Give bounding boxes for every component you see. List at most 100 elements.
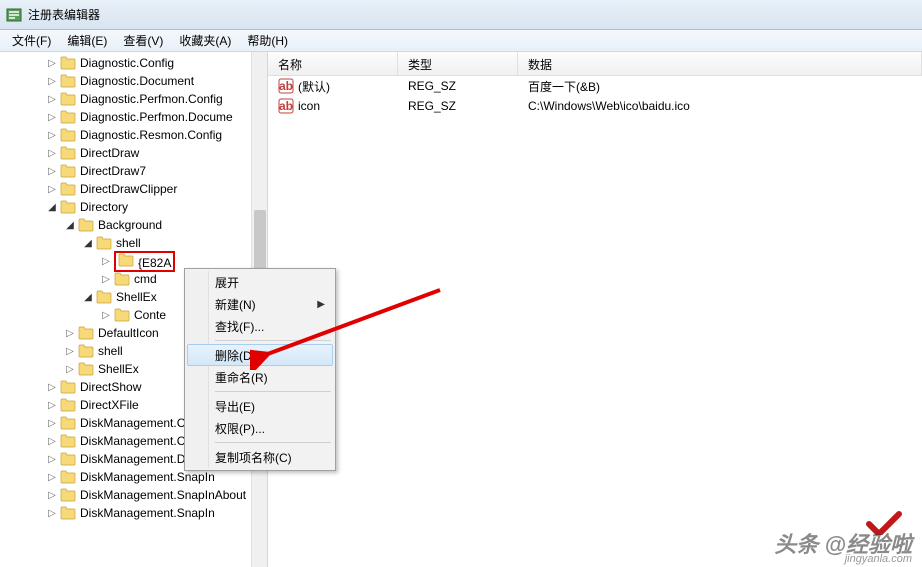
folder-icon bbox=[118, 253, 134, 267]
tree-item-label: Diagnostic.Document bbox=[80, 74, 194, 88]
menu-edit[interactable]: 编辑(E) bbox=[59, 30, 115, 51]
tree-item-label: shell bbox=[98, 344, 123, 358]
cm-new[interactable]: 新建(N)▶ bbox=[187, 293, 333, 315]
collapse-icon[interactable]: ◢ bbox=[82, 237, 94, 249]
cm-find-label: 查找(F)... bbox=[215, 318, 264, 335]
cm-find[interactable]: 查找(F)... bbox=[187, 315, 333, 337]
folder-icon bbox=[78, 344, 94, 358]
expand-icon[interactable]: ▷ bbox=[46, 129, 58, 141]
expand-icon[interactable]: ▷ bbox=[46, 507, 58, 519]
value-name: (默认) bbox=[298, 78, 330, 95]
menu-view[interactable]: 查看(V) bbox=[115, 30, 171, 51]
context-menu: 展开 新建(N)▶ 查找(F)... 删除(D) 重命名(R) 导出(E) 权限… bbox=[184, 268, 336, 471]
collapse-icon[interactable]: ◢ bbox=[46, 201, 58, 213]
menu-help[interactable]: 帮助(H) bbox=[239, 30, 296, 51]
expand-icon[interactable]: ▷ bbox=[64, 363, 76, 375]
list-header: 名称 类型 数据 bbox=[268, 52, 922, 76]
expand-icon[interactable]: ▷ bbox=[46, 165, 58, 177]
folder-icon bbox=[60, 110, 76, 124]
cm-separator bbox=[215, 442, 331, 443]
expand-icon[interactable]: ▷ bbox=[46, 183, 58, 195]
cell-name: abicon bbox=[268, 98, 398, 114]
tree-item[interactable]: ▷Diagnostic.Resmon.Config bbox=[0, 126, 267, 144]
folder-icon bbox=[96, 236, 112, 250]
expand-icon[interactable]: ▷ bbox=[64, 345, 76, 357]
cm-separator bbox=[215, 340, 331, 341]
tree-item[interactable]: ◢ Background bbox=[0, 216, 267, 234]
expand-icon[interactable]: ▷ bbox=[46, 57, 58, 69]
tree-item[interactable]: ▷ DirectDraw7 bbox=[0, 162, 267, 180]
cm-export[interactable]: 导出(E) bbox=[187, 395, 333, 417]
expand-icon[interactable]: ▷ bbox=[46, 489, 58, 501]
folder-icon bbox=[78, 362, 94, 376]
tree-item-label: Diagnostic.Perfmon.Docume bbox=[80, 110, 233, 124]
expand-icon[interactable]: ▷ bbox=[100, 255, 112, 267]
tree-item[interactable]: ◢ Directory bbox=[0, 198, 267, 216]
cell-name: ab (默认) bbox=[268, 78, 398, 95]
folder-icon bbox=[60, 74, 76, 88]
cm-rename[interactable]: 重命名(R) bbox=[187, 366, 333, 388]
tree-item-label: DirectDrawClipper bbox=[80, 182, 177, 196]
cm-delete-label: 删除(D) bbox=[215, 347, 256, 364]
list-row[interactable]: abiconREG_SZC:\Windows\Web\ico\baidu.ico bbox=[268, 96, 922, 116]
string-value-icon: ab bbox=[278, 98, 294, 114]
tree-item-label: Background bbox=[98, 218, 162, 232]
expand-icon[interactable]: ▷ bbox=[46, 453, 58, 465]
expand-icon[interactable]: ▷ bbox=[46, 93, 58, 105]
tree-item[interactable]: ▷ DirectDrawClipper bbox=[0, 180, 267, 198]
folder-icon bbox=[78, 326, 94, 340]
expand-icon[interactable]: ▷ bbox=[46, 75, 58, 87]
tree-item-label: DirectShow bbox=[80, 380, 141, 394]
tree-item[interactable]: ▷DiskManagement.SnapIn bbox=[0, 504, 267, 522]
menubar: 文件(F) 编辑(E) 查看(V) 收藏夹(A) 帮助(H) bbox=[0, 30, 922, 52]
tree-item[interactable]: ◢ shell bbox=[0, 234, 267, 252]
expand-icon[interactable]: ▷ bbox=[46, 435, 58, 447]
tree-item-label: cmd bbox=[134, 272, 157, 286]
tree-item[interactable]: ▷Diagnostic.Perfmon.Config bbox=[0, 90, 267, 108]
folder-icon bbox=[60, 128, 76, 142]
folder-icon bbox=[60, 56, 76, 70]
expand-icon[interactable]: ▷ bbox=[100, 273, 112, 285]
collapse-icon[interactable]: ◢ bbox=[82, 291, 94, 303]
cm-copy-key-name[interactable]: 复制项名称(C) bbox=[187, 446, 333, 468]
tree-item-label: shell bbox=[116, 236, 141, 250]
folder-icon bbox=[60, 398, 76, 412]
expand-icon[interactable]: ▷ bbox=[46, 471, 58, 483]
expand-icon[interactable]: ▷ bbox=[46, 381, 58, 393]
cm-delete[interactable]: 删除(D) bbox=[187, 344, 333, 366]
string-value-icon: ab bbox=[278, 78, 294, 94]
collapse-icon[interactable]: ◢ bbox=[64, 219, 76, 231]
tree-item[interactable]: ▷DiskManagement.SnapInAbout bbox=[0, 486, 267, 504]
expand-icon[interactable]: ▷ bbox=[46, 417, 58, 429]
expand-icon[interactable]: ▷ bbox=[100, 309, 112, 321]
svg-text:ab: ab bbox=[279, 79, 293, 93]
tree-item-label: Diagnostic.Config bbox=[80, 56, 174, 70]
menu-favorites[interactable]: 收藏夹(A) bbox=[171, 30, 239, 51]
folder-icon bbox=[60, 164, 76, 178]
expand-icon[interactable]: ▷ bbox=[46, 111, 58, 123]
menu-file[interactable]: 文件(F) bbox=[4, 30, 59, 51]
tree-item[interactable]: ▷ Diagnostic.Perfmon.Docume bbox=[0, 108, 267, 126]
col-header-data[interactable]: 数据 bbox=[518, 52, 922, 75]
list-row[interactable]: ab(默认)REG_SZ百度一下(&B) bbox=[268, 76, 922, 96]
watermark-sub: jingyanla.com bbox=[845, 553, 912, 565]
expand-icon[interactable]: ▷ bbox=[46, 147, 58, 159]
tree-item[interactable]: ▷ Diagnostic.Document bbox=[0, 72, 267, 90]
scroll-thumb[interactable] bbox=[254, 210, 266, 270]
expand-icon[interactable]: ▷ bbox=[64, 327, 76, 339]
tree-item-label: Directory bbox=[80, 200, 128, 214]
window-title: 注册表编辑器 bbox=[28, 6, 100, 23]
tree-item[interactable]: ▷ Diagnostic.Config bbox=[0, 54, 267, 72]
cm-separator bbox=[215, 391, 331, 392]
folder-icon bbox=[60, 506, 76, 520]
cm-expand-label: 展开 bbox=[215, 274, 239, 291]
expand-icon[interactable]: ▷ bbox=[46, 399, 58, 411]
annotation-highlight-box: {E82A bbox=[114, 251, 175, 272]
tree-item-label: DirectDraw7 bbox=[80, 164, 146, 178]
cm-expand[interactable]: 展开 bbox=[187, 271, 333, 293]
tree-item[interactable]: ▷DirectDraw bbox=[0, 144, 267, 162]
cm-permissions[interactable]: 权限(P)... bbox=[187, 417, 333, 439]
col-header-name[interactable]: 名称 bbox=[268, 52, 398, 75]
col-header-type[interactable]: 类型 bbox=[398, 52, 518, 75]
folder-icon bbox=[60, 452, 76, 466]
